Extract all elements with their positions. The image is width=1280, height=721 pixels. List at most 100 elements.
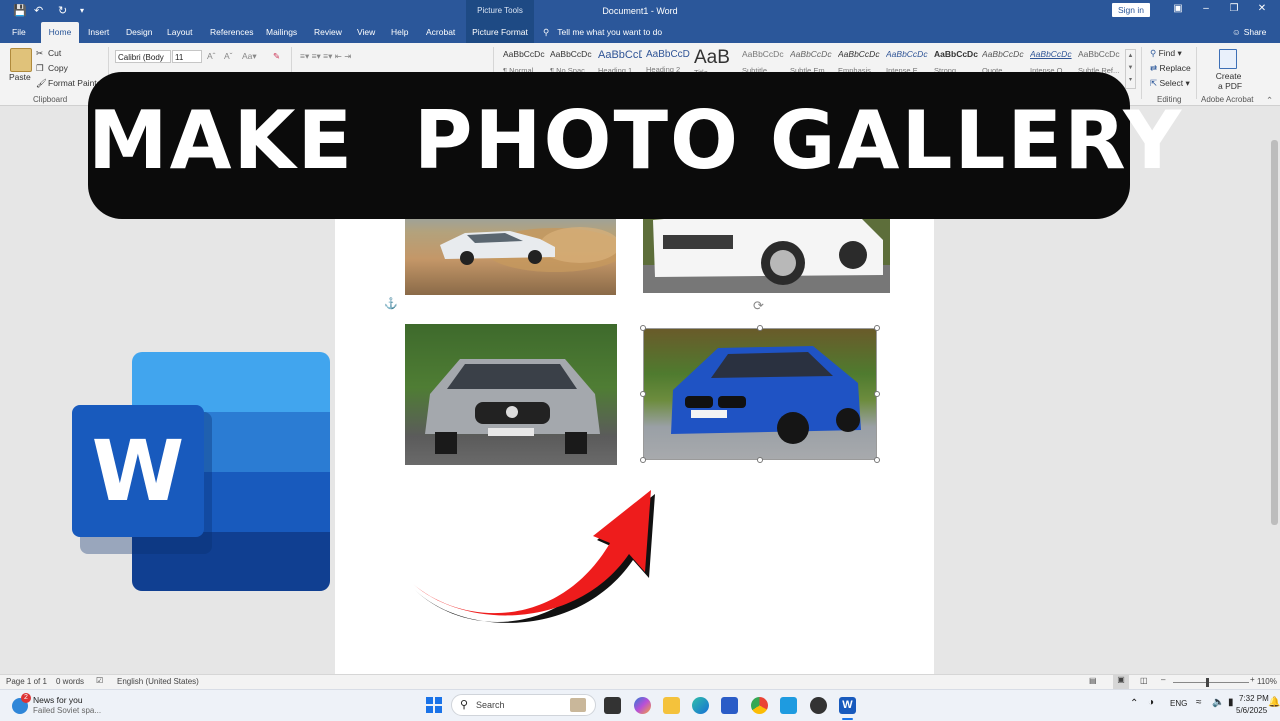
volume-icon[interactable]: 🔈 [1212, 697, 1224, 708]
status-bar: Page 1 of 1 0 words ☑ English (United St… [0, 674, 1280, 690]
cut-button[interactable]: Cut [48, 48, 61, 58]
create-pdf-button[interactable]: Create a PDF [1215, 71, 1242, 91]
find-button[interactable]: ⚲ Find ▾ [1150, 48, 1182, 59]
search-icon: ⚲ [460, 699, 469, 711]
tab-layout[interactable]: Layout [167, 22, 193, 43]
tab-file[interactable]: File [12, 22, 28, 43]
scrollbar-thumb[interactable] [1271, 140, 1278, 525]
tab-acrobat[interactable]: Acrobat [426, 22, 455, 43]
rotate-handle-icon[interactable]: ⟳ [753, 298, 764, 314]
format-painter-icon[interactable]: 🖌 [36, 78, 47, 89]
cut-icon[interactable]: ✂ [36, 48, 43, 59]
search-highlight-icon [570, 698, 586, 712]
bullets-icon[interactable]: ≡▾ ≡▾ ≡▾ ⇤ ⇥ [300, 51, 351, 62]
copy-button[interactable]: Copy [48, 63, 68, 73]
share-button[interactable]: ☺ Share [1232, 22, 1266, 43]
battery-icon[interactable]: ▮ [1228, 697, 1234, 708]
tab-review[interactable]: Review [314, 22, 342, 43]
clear-formatting-icon[interactable]: ✎ [273, 51, 280, 62]
word-taskbar-icon[interactable]: W [839, 697, 856, 714]
tab-view[interactable]: View [357, 22, 375, 43]
resize-handle[interactable] [757, 325, 763, 331]
banner-title: MAKE PHOTO GALLERY [88, 94, 1184, 187]
sign-in-button[interactable]: Sign in [1112, 3, 1150, 17]
resize-handle[interactable] [640, 391, 646, 397]
paste-icon[interactable] [10, 48, 32, 72]
chrome-icon[interactable] [751, 697, 768, 714]
word-count[interactable]: 0 words [56, 677, 84, 686]
divider [1141, 47, 1142, 99]
grow-font-icon[interactable]: Aˆ [207, 51, 216, 61]
search-label: Search [476, 700, 505, 710]
news-title[interactable]: News for you [33, 695, 83, 705]
zoom-level[interactable]: 110% [1257, 677, 1277, 686]
tab-home[interactable]: Home [41, 22, 79, 43]
tell-me-box[interactable]: ⚲ Tell me what you want to do [543, 22, 662, 43]
zoom-slider[interactable] [1173, 682, 1249, 683]
replace-button[interactable]: ⇄ Replace [1150, 63, 1191, 74]
page-count[interactable]: Page 1 of 1 [6, 677, 47, 686]
styles-scroll-icon[interactable]: ▲ ▼ ▾ [1125, 49, 1136, 89]
zoom-in-icon[interactable]: + [1250, 675, 1255, 684]
tab-picture-format[interactable]: Picture Format [466, 22, 534, 43]
chevron-up-icon[interactable]: ⌃ [1130, 698, 1138, 709]
file-explorer-icon[interactable] [663, 697, 680, 714]
resize-handle[interactable] [874, 325, 880, 331]
edge-icon[interactable] [692, 697, 709, 714]
resize-handle[interactable] [874, 457, 880, 463]
resize-handle[interactable] [640, 325, 646, 331]
font-name-combo[interactable]: Calibri (Body [115, 50, 171, 63]
web-layout-icon[interactable]: ◫ [1140, 676, 1148, 685]
tab-insert[interactable]: Insert [88, 22, 109, 43]
read-mode-icon[interactable]: ▤ [1089, 676, 1097, 685]
language-status[interactable]: English (United States) [117, 677, 199, 686]
anchor-icon[interactable]: ⚓ [384, 297, 398, 310]
tab-help[interactable]: Help [391, 22, 408, 43]
obs-icon[interactable] [810, 697, 827, 714]
copy-icon[interactable]: ❐ [36, 63, 44, 74]
tab-design[interactable]: Design [126, 22, 152, 43]
news-subtitle[interactable]: Failed Soviet spa... [33, 706, 101, 715]
minimize-icon[interactable]: – [1196, 3, 1216, 14]
taskbar-search-box[interactable]: ⚲ Search [451, 694, 596, 716]
notepad-icon[interactable] [780, 697, 797, 714]
store-icon[interactable] [721, 697, 738, 714]
undo-icon[interactable]: ↶ [34, 4, 43, 17]
change-case-icon[interactable]: Aa▾ [242, 51, 257, 62]
resize-handle[interactable] [874, 391, 880, 397]
create-pdf-icon[interactable] [1219, 49, 1237, 69]
paste-button[interactable]: Paste [9, 72, 31, 82]
proofing-icon[interactable]: ☑ [96, 676, 103, 685]
font-size-combo[interactable]: 11 [172, 50, 202, 63]
close-icon[interactable]: ✕ [1252, 3, 1272, 14]
resize-handle[interactable] [640, 457, 646, 463]
start-icon[interactable] [426, 697, 442, 713]
print-layout-icon[interactable]: ▣ [1113, 675, 1129, 689]
resize-handle[interactable] [757, 457, 763, 463]
zoom-out-icon[interactable]: – [1161, 675, 1165, 684]
photo-silver-mercedes-amg[interactable] [405, 324, 617, 465]
task-view-icon[interactable] [604, 697, 621, 714]
select-button[interactable]: ⇱ Select ▾ [1150, 78, 1190, 89]
shrink-font-icon[interactable]: Aˇ [224, 51, 233, 61]
tab-mailings[interactable]: Mailings [266, 22, 297, 43]
word-logo-w-icon: W [72, 405, 204, 537]
zoom-slider-thumb[interactable] [1206, 678, 1209, 687]
customize-icon[interactable]: ▾ [80, 6, 84, 15]
ribbon-display-icon[interactable]: ▣ [1168, 3, 1188, 14]
photo-mercedes-art [425, 359, 600, 454]
collapse-ribbon-icon[interactable]: ⌃ [1266, 95, 1273, 106]
redo-icon[interactable]: ↻ [58, 4, 67, 17]
restore-icon[interactable]: ❐ [1224, 3, 1244, 14]
tab-references[interactable]: References [210, 22, 253, 43]
clipboard-group-label: Clipboard [33, 95, 68, 104]
wifi-icon[interactable]: ≈ [1196, 697, 1202, 708]
clock-date[interactable]: 5/6/2025 [1236, 706, 1267, 715]
save-icon[interactable]: 💾 [13, 4, 27, 17]
notifications-icon[interactable]: 🔔 [1268, 697, 1280, 708]
vpn-icon[interactable]: ◑ [1148, 697, 1154, 708]
clock-time[interactable]: 7:32 PM [1239, 694, 1269, 703]
input-language[interactable]: ENG [1170, 699, 1187, 708]
news-badge: 2 [21, 693, 31, 703]
copilot-icon[interactable] [634, 697, 651, 714]
